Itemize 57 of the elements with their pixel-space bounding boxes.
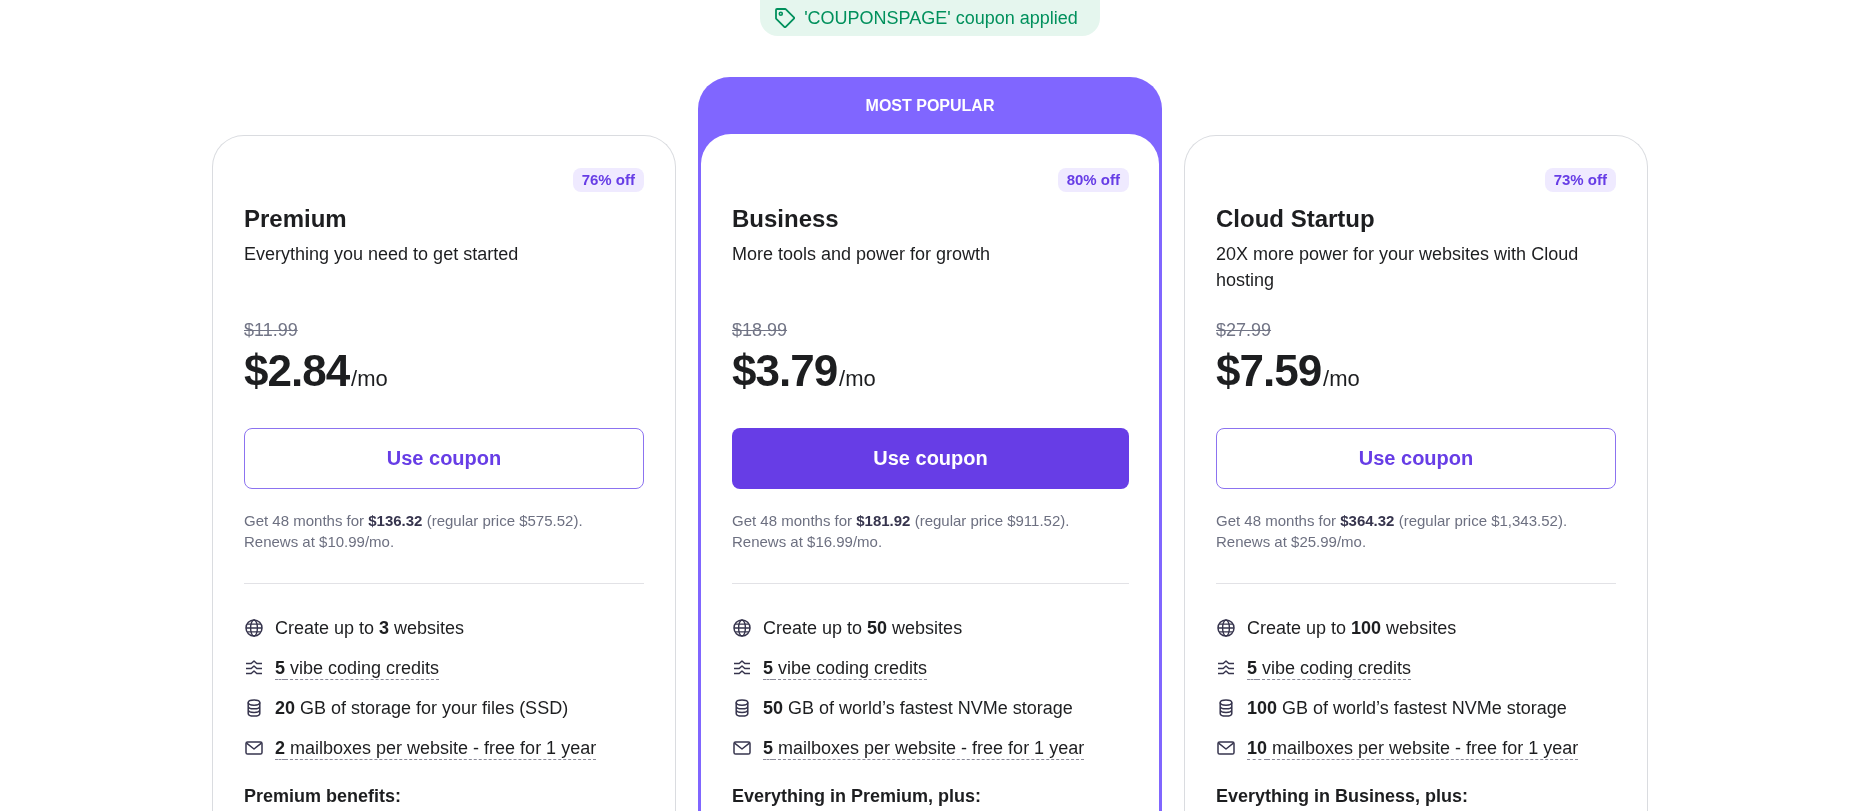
feature-text: Create up to 50 websites [763,617,963,640]
database-icon [245,699,263,717]
feature-text[interactable]: 5 vibe coding credits [275,656,440,680]
use-coupon-button[interactable]: Use coupon [1216,428,1616,489]
discount-badge: 76% off [572,168,644,192]
feature-text[interactable]: 5 vibe coding credits [763,656,928,680]
plan-name: Cloud Startup [1216,204,1376,234]
globe-icon [733,619,751,637]
feature-text: 50 GB of world’s fastest NVMe storage [763,697,1073,720]
feature-text[interactable]: 10 mailboxes per website - free for 1 year [1247,736,1579,760]
old-price: $27.99 [1216,320,1272,340]
price: $3.79 [732,347,838,395]
benefits-heading: Premium benefits: [244,786,403,806]
tag-icon [775,8,796,28]
envelope-icon [245,739,263,757]
plan-description: 20X more power for your websites with Cloud hosting [1216,243,1580,292]
benefits-heading: Everything in Business, plus: [1216,786,1470,806]
price: $2.84 [244,347,350,395]
wave-lines-icon [1217,659,1235,677]
feature-text: 20 GB of storage for your files (SSD) [275,697,569,720]
database-icon [1217,699,1235,717]
benefits-heading: Everything in Premium, plus: [732,786,983,806]
renewal-note: Renews at $25.99/mo. [1216,532,1368,552]
plan-description: More tools and power for growth [732,243,992,266]
plan-name: Premium [244,204,348,234]
wave-lines-icon [245,659,263,677]
wave-lines-icon [733,659,751,677]
feature-text: 100 GB of world’s fastest NVMe storage [1247,697,1567,720]
ribbon-label: MOST POPULAR [864,95,996,116]
old-price: $18.99 [732,320,788,340]
old-price: $11.99 [244,320,298,340]
feature-text: Create up to 3 websites [275,617,465,640]
database-icon [733,699,751,717]
price-period: /mo [1323,366,1360,392]
billing-note: Get 48 months for $136.32 (regular price $575.52). [244,511,584,531]
plan-name: Business [732,204,840,234]
discount-badge: 73% off [1544,168,1616,192]
price: $7.59 [1216,347,1322,395]
globe-icon [1217,619,1235,637]
price-period: /mo [351,366,388,392]
feature-text: Create up to 100 websites [1247,617,1457,640]
discount-badge: 80% off [1057,168,1129,192]
renewal-note: Renews at $16.99/mo. [732,532,884,552]
globe-icon [245,619,263,637]
feature-text[interactable]: 5 vibe coding credits [1247,656,1412,680]
use-coupon-button[interactable]: Use coupon [732,428,1129,489]
envelope-icon [1217,739,1235,757]
billing-note: Get 48 months for $364.32 (regular price $1,343.52). [1216,511,1569,531]
coupon-banner-text: 'COUPONSPAGE' coupon applied [804,7,1078,29]
price-period: /mo [839,366,876,392]
plan-description: Everything you need to get started [244,243,520,266]
renewal-note: Renews at $10.99/mo. [244,532,396,552]
billing-note: Get 48 months for $181.92 (regular price $911.52). [732,511,1071,531]
envelope-icon [733,739,751,757]
feature-text[interactable]: 2 mailboxes per website - free for 1 year [275,736,597,760]
use-coupon-button[interactable]: Use coupon [244,428,644,489]
feature-text[interactable]: 5 mailboxes per website - free for 1 year [763,736,1085,760]
